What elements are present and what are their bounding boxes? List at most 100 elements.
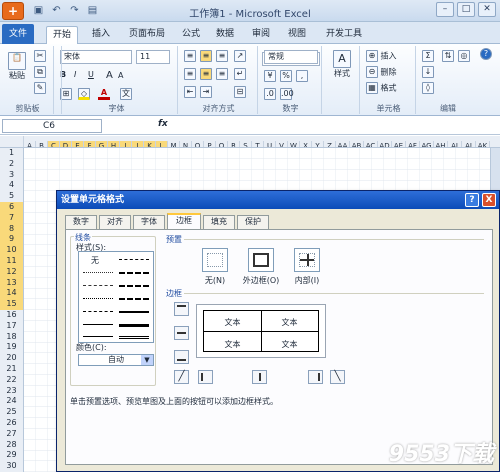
column-header[interactable]: AJ (462, 141, 476, 147)
align-top-button[interactable]: ≡ (184, 50, 196, 62)
shrink-font-button[interactable]: A (118, 71, 123, 80)
column-header[interactable]: AH (434, 141, 448, 147)
row-header[interactable]: 6 (0, 201, 23, 213)
align-left-button[interactable]: ≡ (184, 68, 196, 80)
column-header[interactable]: F (84, 141, 96, 147)
tab-file[interactable]: 文件 (2, 24, 34, 44)
preset-none-button[interactable] (202, 248, 228, 272)
border-right-button[interactable] (308, 370, 323, 384)
increase-indent-button[interactable]: ⇥ (200, 86, 212, 98)
row-header[interactable]: 23 (0, 386, 23, 397)
clear-button[interactable]: ◊ (422, 82, 434, 94)
column-header[interactable]: Z (324, 141, 336, 147)
sort-filter-button[interactable]: ⇅ (442, 50, 454, 62)
row-header[interactable]: 28 (0, 440, 23, 451)
column-header[interactable]: J (132, 141, 144, 147)
column-header[interactable]: U (264, 141, 276, 147)
column-header[interactable]: T (252, 141, 264, 147)
decrease-indent-button[interactable]: ⇤ (184, 86, 196, 98)
style-hair[interactable] (83, 336, 113, 337)
align-middle-button[interactable]: ≡ (200, 50, 212, 62)
style-dash-dot-dot-medium[interactable] (119, 259, 149, 260)
row-header[interactable]: 4 (0, 180, 23, 191)
style-medium-dash-dot[interactable] (119, 285, 149, 287)
column-header[interactable]: AK (476, 141, 490, 147)
column-header[interactable]: AC (364, 141, 378, 147)
tab-review[interactable]: 审阅 (248, 26, 274, 44)
column-header[interactable]: K (144, 141, 156, 147)
align-right-button[interactable]: ≡ (216, 68, 228, 80)
tab-insert[interactable]: 插入 (86, 26, 116, 44)
dialog-help-button[interactable]: ? (465, 193, 479, 207)
align-bottom-button[interactable]: ≡ (216, 50, 228, 62)
border-middle-horizontal-button[interactable] (174, 326, 189, 340)
vertical-scrollbar[interactable] (490, 148, 500, 192)
column-header[interactable]: Q (216, 141, 228, 147)
column-header[interactable]: W (288, 141, 300, 147)
border-bottom-button[interactable] (174, 350, 189, 364)
row-header[interactable]: 17 (0, 321, 23, 332)
name-box[interactable]: C6 (2, 119, 102, 133)
tab-fill[interactable]: 填充 (203, 215, 235, 229)
column-header[interactable]: AB (350, 141, 364, 147)
preset-outline-button[interactable] (248, 248, 274, 272)
merge-button[interactable]: ⊟ (234, 86, 246, 98)
preset-inside-button[interactable] (294, 248, 320, 272)
row-header[interactable]: 19 (0, 342, 23, 353)
align-center-button[interactable]: ≡ (200, 68, 212, 80)
border-middle-vertical-button[interactable] (252, 370, 267, 384)
styles-button[interactable]: A 样式 (330, 50, 354, 79)
row-header[interactable]: 10 (0, 245, 23, 256)
find-select-button[interactable]: ◎ (458, 50, 470, 62)
column-header[interactable]: O (192, 141, 204, 147)
row-header[interactable]: 30 (0, 461, 23, 472)
comma-button[interactable]: , (296, 70, 308, 82)
font-name-combo[interactable]: 宋体 (60, 50, 132, 64)
orientation-button[interactable]: ↗ (234, 50, 246, 62)
style-slant-dash[interactable] (119, 272, 149, 274)
column-header[interactable]: S (240, 141, 252, 147)
underline-button[interactable]: U (88, 70, 94, 79)
row-header[interactable]: 27 (0, 429, 23, 440)
format-cells-button[interactable]: ▦ 格式 (366, 82, 397, 94)
row-header[interactable]: 24 (0, 396, 23, 407)
column-header[interactable]: P (204, 141, 216, 147)
column-header[interactable]: AA (336, 141, 350, 147)
border-top-button[interactable] (174, 302, 189, 316)
style-none[interactable]: 无 (91, 255, 99, 266)
tab-protection[interactable]: 保护 (237, 215, 269, 229)
row-header[interactable]: 5 (0, 191, 23, 202)
number-format-select[interactable]: 常规 (264, 50, 318, 64)
delete-cells-button[interactable]: ⊖ 删除 (366, 66, 397, 78)
font-color-button[interactable]: A (98, 88, 110, 100)
column-header[interactable]: N (180, 141, 192, 147)
tab-data[interactable]: 数据 (212, 26, 238, 44)
fill-color-button[interactable]: ◇ (78, 88, 90, 100)
column-header[interactable]: C (48, 141, 60, 147)
column-header[interactable]: V (276, 141, 288, 147)
row-header[interactable]: 22 (0, 375, 23, 386)
font-size-combo[interactable]: 11 (136, 50, 170, 64)
tab-border[interactable]: 边框 (167, 213, 201, 229)
italic-button[interactable]: I (74, 70, 76, 79)
fill-button[interactable]: ↓ (422, 66, 434, 78)
select-all-corner[interactable] (0, 136, 24, 147)
tab-home[interactable]: 开始 (46, 26, 78, 44)
dialog-close-button[interactable]: X (482, 193, 496, 207)
row-header[interactable]: 16 (0, 310, 23, 321)
column-header[interactable]: AI (448, 141, 462, 147)
column-header[interactable]: G (96, 141, 108, 147)
row-header[interactable]: 7 (0, 212, 23, 224)
phonetic-button[interactable]: 文 (120, 88, 132, 100)
tab-page-layout[interactable]: 页面布局 (124, 26, 170, 44)
style-dot-dot[interactable] (83, 298, 113, 299)
row-header[interactable]: 25 (0, 407, 23, 418)
currency-button[interactable]: ¥ (264, 70, 276, 82)
column-header[interactable]: I (120, 141, 132, 147)
restore-icon[interactable]: □ (457, 2, 475, 17)
column-header[interactable]: AF (406, 141, 420, 147)
close-icon[interactable]: ✕ (478, 2, 496, 17)
row-header[interactable]: 8 (0, 223, 23, 235)
column-header[interactable]: AG (420, 141, 434, 147)
style-medium-dashed[interactable] (119, 298, 149, 300)
